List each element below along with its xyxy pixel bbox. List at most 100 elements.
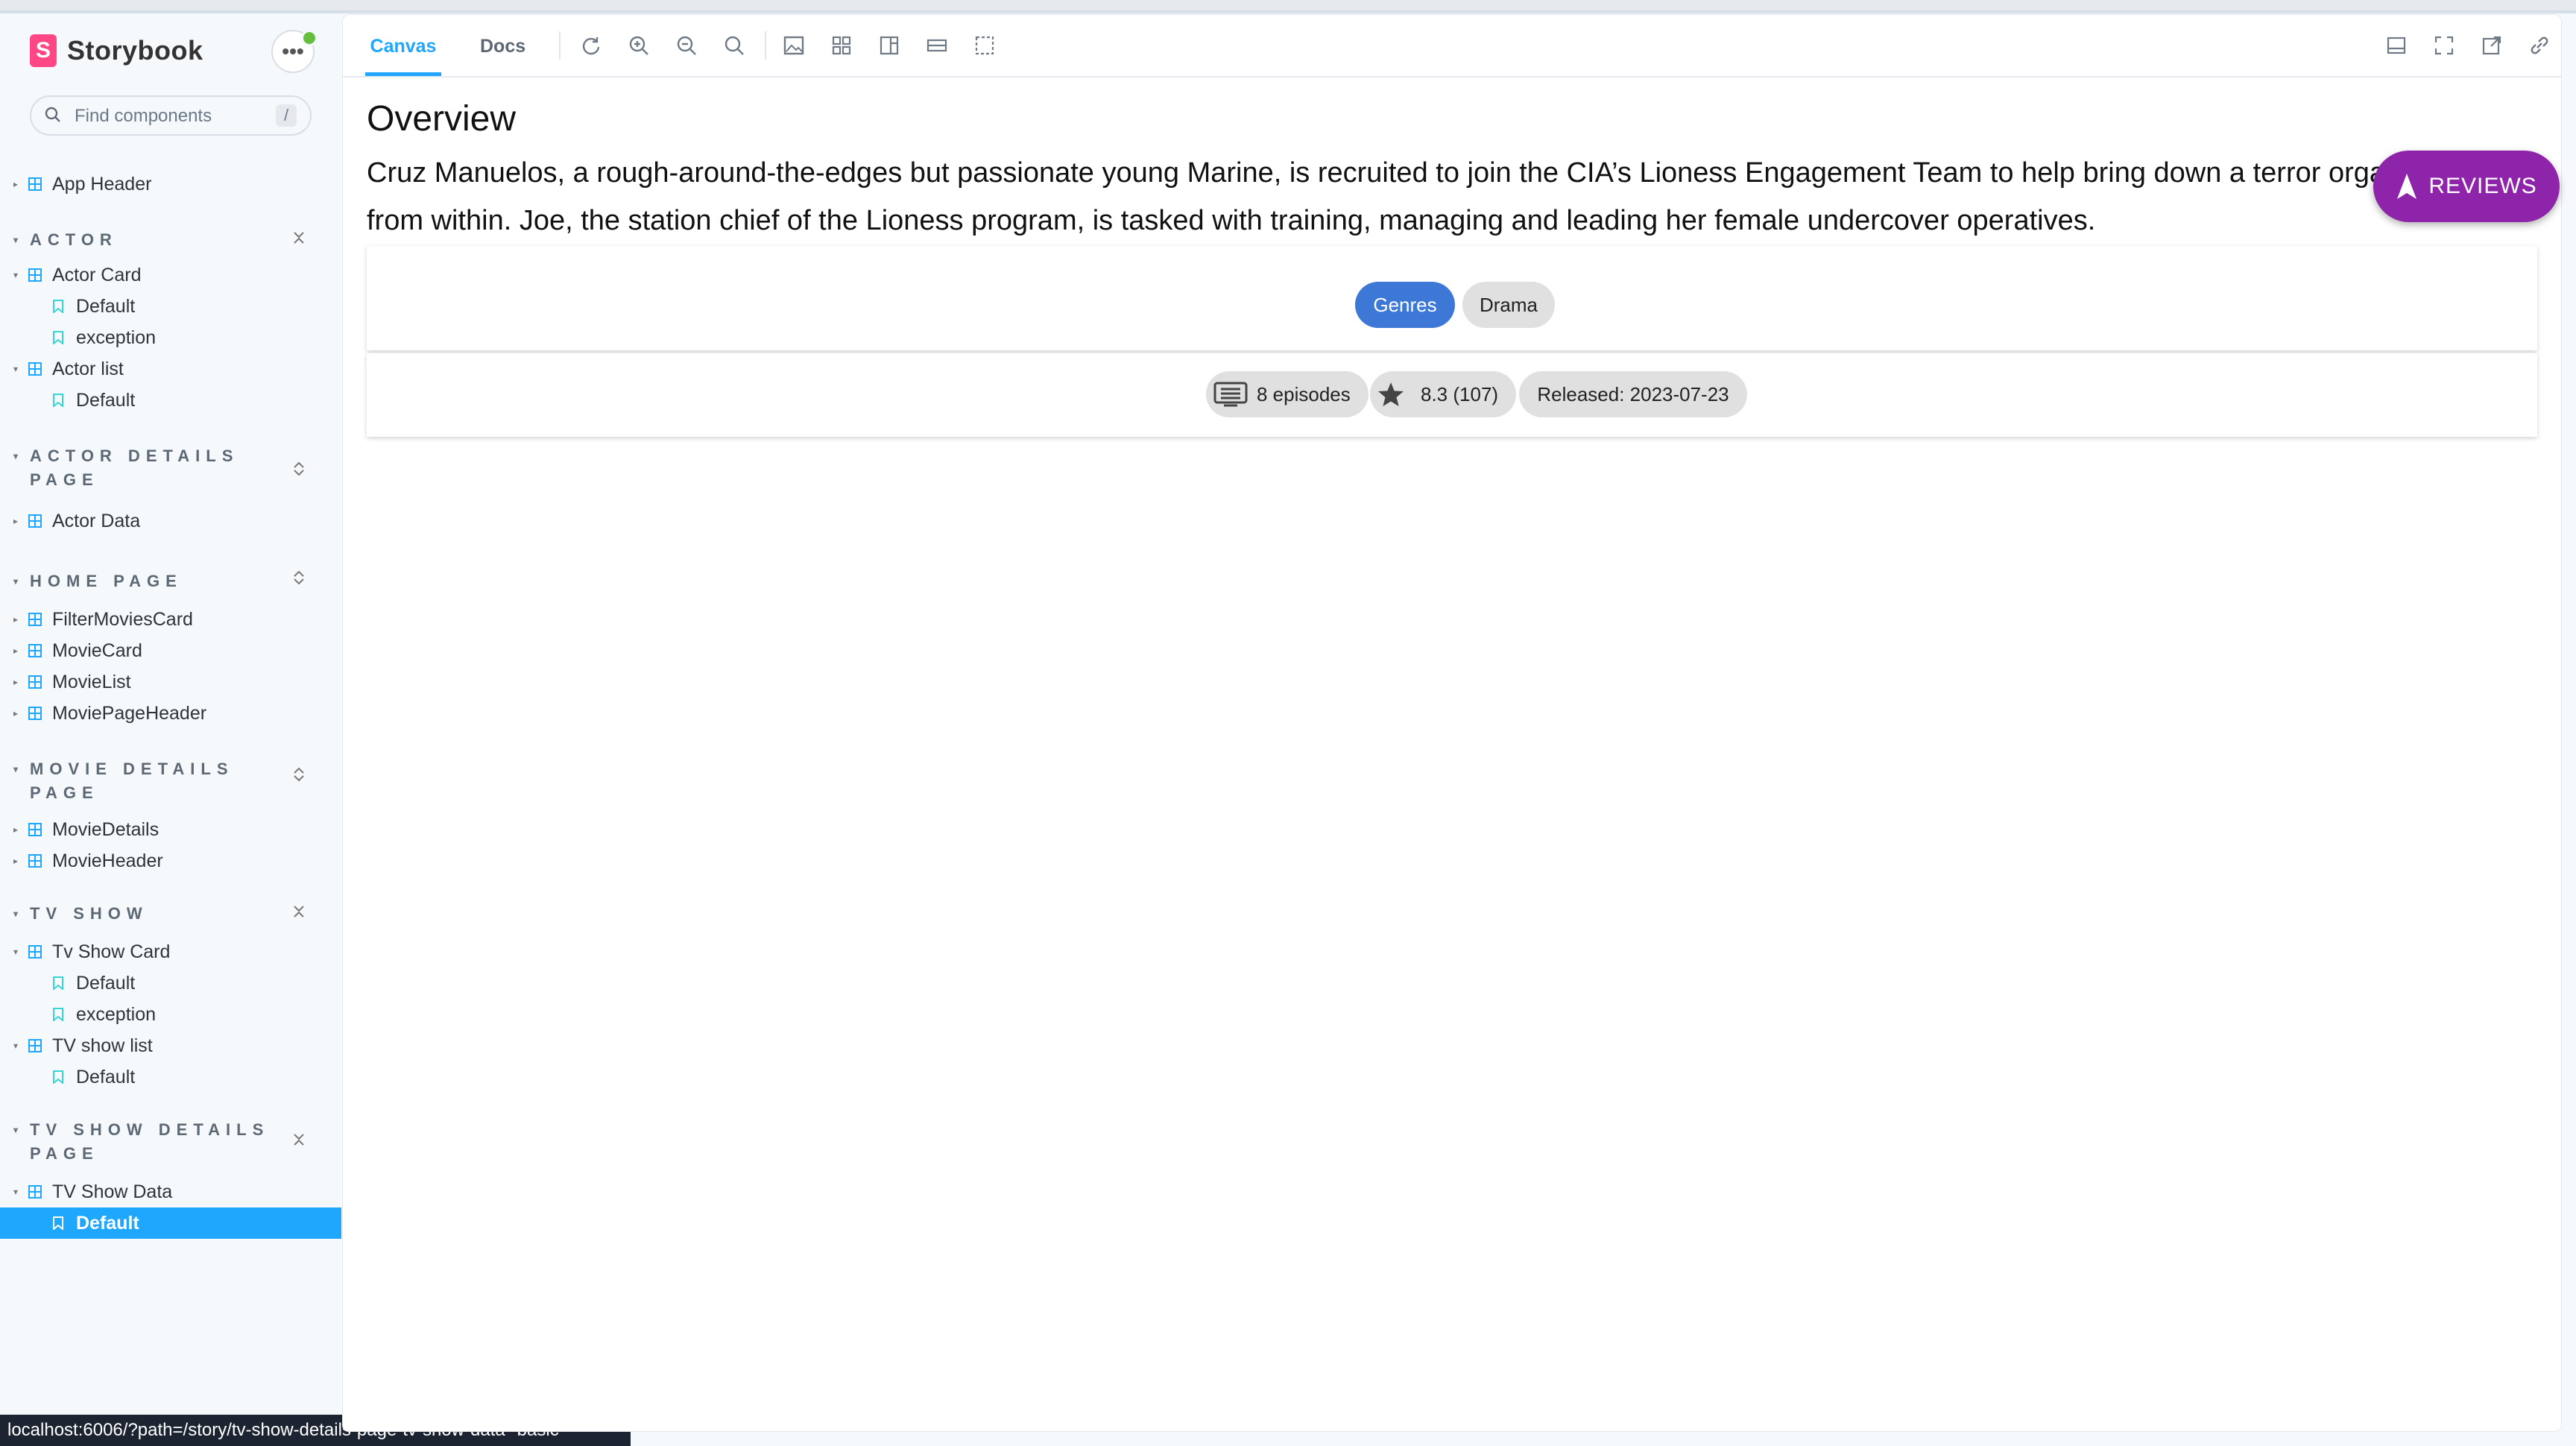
tree-item-label: MovieHeader: [52, 850, 163, 871]
story-actor-card-default[interactable]: Default: [0, 291, 341, 322]
chevron-down-icon: ▾: [13, 451, 19, 461]
expand-icon[interactable]: [291, 461, 307, 477]
chevron-down-icon: ▾: [13, 1125, 19, 1135]
chevron-right-icon: ▸: [13, 645, 19, 656]
zoom-out-icon[interactable]: [675, 34, 698, 57]
section-label: TV SHOW: [30, 904, 148, 923]
reload-icon[interactable]: [580, 34, 602, 57]
storybook-brand[interactable]: S Storybook: [30, 34, 203, 67]
section-actor-details-page[interactable]: ▾ ACTOR DETAILS PAGE: [13, 444, 276, 492]
rating-text: 8.3 (107): [1421, 383, 1499, 405]
tree-item-movie-details[interactable]: ▸ MovieDetails: [0, 814, 341, 845]
section-movie-details-page[interactable]: ▾ MOVIE DETAILS PAGE: [13, 757, 276, 805]
story-label: Default: [76, 1212, 139, 1234]
tree-item-label: MovieCard: [52, 640, 142, 661]
component-icon: [28, 945, 42, 959]
bookmark-icon: [53, 331, 63, 344]
tree-item-label: MoviePageHeader: [52, 702, 207, 724]
story-tv-show-data-default[interactable]: Default: [0, 1207, 341, 1239]
genre-chip[interactable]: Drama: [1462, 282, 1555, 328]
bookmark-icon: [53, 976, 63, 990]
story-label: Default: [76, 389, 136, 411]
story-label: Default: [76, 295, 136, 317]
search-box[interactable]: /: [30, 95, 312, 136]
reviews-fab-button[interactable]: REVIEWS: [2373, 151, 2560, 222]
section-label: ACTOR: [30, 230, 118, 249]
tab-canvas[interactable]: Canvas: [365, 15, 441, 76]
tree-item-movie-list[interactable]: ▸ MovieList: [0, 666, 341, 698]
expand-icon[interactable]: [291, 569, 307, 586]
chevron-right-icon: ▸: [13, 516, 19, 526]
episodes-text: 8 episodes: [1257, 383, 1351, 405]
component-icon: [28, 514, 42, 528]
search-input[interactable]: [73, 104, 255, 128]
section-tv-show-details-page[interactable]: ▾ TV SHOW DETAILS PAGE: [13, 1118, 276, 1166]
chevron-right-icon: ▸: [13, 614, 19, 625]
chevron-right-icon: ▸: [13, 824, 19, 835]
tree-item-actor-list[interactable]: ▾ Actor list: [0, 353, 341, 385]
tree-item-tv-show-card[interactable]: ▾ Tv Show Card: [0, 936, 341, 967]
story-tv-show-card-default[interactable]: Default: [0, 967, 341, 999]
episodes-chip: 8 episodes: [1206, 371, 1368, 417]
tree-item-actor-data[interactable]: ▸ Actor Data: [0, 505, 341, 537]
section-label: ACTOR DETAILS PAGE: [30, 446, 239, 489]
bookmark-icon: [53, 1070, 63, 1084]
genres-chip[interactable]: Genres: [1355, 282, 1455, 328]
background-image-icon[interactable]: [783, 34, 805, 57]
section-home-page[interactable]: ▾ HOME PAGE: [13, 569, 276, 593]
toolbar: Canvas Docs: [343, 15, 2561, 78]
tree-item-movie-page-header[interactable]: ▸ MoviePageHeader: [0, 698, 341, 729]
tree-item-actor-card[interactable]: ▾ Actor Card: [0, 259, 341, 291]
collapse-icon[interactable]: [291, 230, 307, 246]
panel-toggle-icon[interactable]: [2385, 34, 2408, 57]
reviews-label: REVIEWS: [2428, 174, 2537, 198]
component-icon: [28, 854, 42, 868]
search-shortcut-badge: /: [276, 104, 297, 127]
zoom-in-icon[interactable]: [628, 34, 650, 57]
info-card: 8 episodes 8.3 (107) Released: 2023-07-2…: [367, 353, 2537, 437]
tree-item-label: App Header: [52, 173, 152, 195]
story-tv-show-list-default[interactable]: Default: [0, 1061, 341, 1093]
story-actor-list-default[interactable]: Default: [0, 385, 341, 416]
tree-item-label: TV show list: [52, 1035, 153, 1056]
component-icon: [28, 823, 42, 836]
chevron-down-icon: ▾: [13, 576, 19, 587]
collapse-icon[interactable]: [291, 903, 307, 920]
measure-icon[interactable]: [926, 34, 948, 57]
tree-item-movie-card[interactable]: ▸ MovieCard: [0, 635, 341, 666]
section-actor[interactable]: ▾ ACTOR: [13, 228, 276, 252]
copy-link-icon[interactable]: [2528, 34, 2551, 57]
tree-item-movie-header[interactable]: ▸ MovieHeader: [0, 845, 341, 877]
viewport-icon[interactable]: [878, 34, 900, 57]
tree-item-tv-show-list[interactable]: ▾ TV show list: [0, 1030, 341, 1061]
expand-icon[interactable]: [291, 766, 307, 783]
zoom-reset-icon[interactable]: [723, 34, 745, 57]
chevron-down-icon: ▾: [13, 764, 19, 774]
component-icon: [28, 613, 42, 626]
collapse-icon[interactable]: [291, 1131, 307, 1148]
bookmark-icon: [53, 1008, 63, 1021]
tree-item-label: Actor Card: [52, 264, 142, 285]
story-actor-card-exception[interactable]: exception: [0, 322, 341, 353]
outline-icon[interactable]: [973, 34, 996, 57]
storybook-logo-icon: S: [30, 34, 57, 67]
window-top-bar: [0, 0, 2576, 13]
story-tv-show-card-exception[interactable]: exception: [0, 999, 341, 1030]
chevron-down-icon: ▾: [13, 270, 19, 280]
tv-icon: [1213, 382, 1248, 407]
tree-item-label: FilterMoviesCard: [52, 608, 193, 630]
story-label: exception: [76, 1003, 157, 1025]
tree-item-app-header[interactable]: ▸ App Header: [0, 168, 341, 200]
tab-docs[interactable]: Docs: [480, 15, 525, 76]
chevron-down-icon: ▾: [13, 947, 19, 957]
tree-item-label: Actor list: [52, 358, 124, 379]
chevron-down-icon: ▾: [13, 364, 19, 374]
tree-item-tv-show-data[interactable]: ▾ TV Show Data: [0, 1176, 341, 1207]
grid-icon[interactable]: [830, 34, 853, 57]
story-label: Default: [76, 972, 136, 994]
tree-item-filter-movies-card[interactable]: ▸ FilterMoviesCard: [0, 604, 341, 635]
fullscreen-icon[interactable]: [2433, 34, 2455, 57]
component-icon: [28, 268, 42, 282]
section-tv-show[interactable]: ▾ TV SHOW: [13, 902, 276, 926]
open-new-tab-icon[interactable]: [2481, 34, 2503, 57]
